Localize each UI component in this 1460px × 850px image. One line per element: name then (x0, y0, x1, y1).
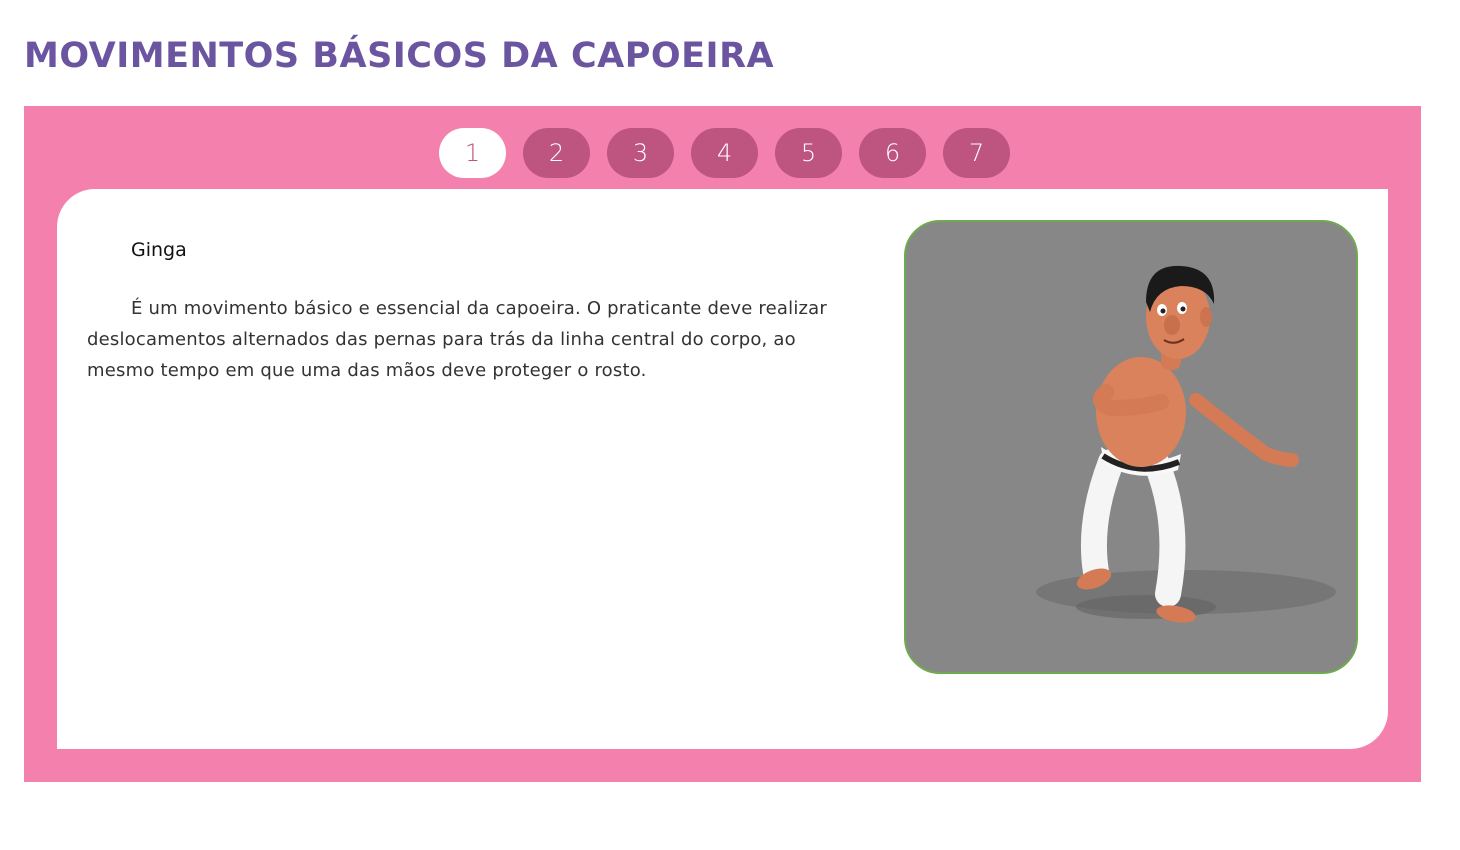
tab-6[interactable]: 6 (859, 128, 926, 178)
content-card: Ginga É um movimento básico e essencial … (57, 189, 1388, 749)
movement-illustration (904, 220, 1358, 674)
movement-title: Ginga (131, 239, 187, 261)
tab-5[interactable]: 5 (775, 128, 842, 178)
tab-2[interactable]: 2 (523, 128, 590, 178)
text-area: Ginga É um movimento básico e essencial … (87, 239, 862, 386)
capoeira-character-illustration (1036, 265, 1336, 623)
tab-7[interactable]: 7 (943, 128, 1010, 178)
movement-tabs: 1 2 3 4 5 6 7 (439, 128, 1010, 178)
movements-panel: 1 2 3 4 5 6 7 Ginga É um movimento básic… (24, 106, 1421, 782)
tab-1[interactable]: 1 (439, 128, 506, 178)
movement-description: É um movimento básico e essencial da cap… (87, 298, 828, 381)
tab-4[interactable]: 4 (691, 128, 758, 178)
page-title: MOVIMENTOS BÁSICOS DA CAPOEIRA (24, 36, 775, 76)
tab-3[interactable]: 3 (607, 128, 674, 178)
